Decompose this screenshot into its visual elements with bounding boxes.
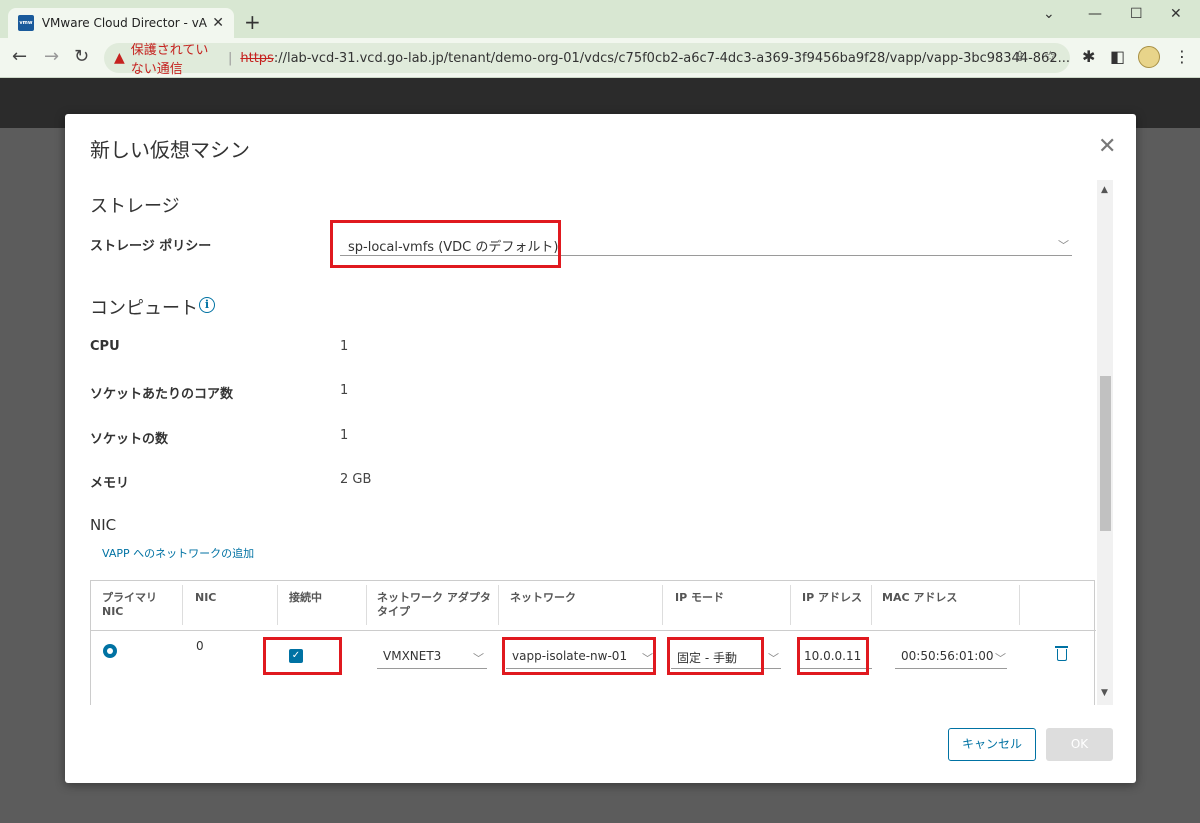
insecure-warning[interactable]: 保護されていない通信 xyxy=(131,39,220,77)
column-divider xyxy=(498,585,499,625)
column-divider xyxy=(790,585,791,625)
add-network-link[interactable]: VAPP へのネットワークの追加 xyxy=(102,545,254,561)
mac-address-value: 00:50:56:01:00 xyxy=(901,649,994,663)
highlight-ip-mode xyxy=(667,637,764,675)
highlight-storage-policy xyxy=(330,220,561,268)
browser-tab-bar: vmw VMware Cloud Director - vApp ✕ + ⌄ —… xyxy=(0,0,1200,38)
dialog-close-icon[interactable]: ✕ xyxy=(1098,136,1116,158)
primary-nic-radio[interactable] xyxy=(103,644,117,658)
storage-policy-label: ストレージ ポリシー xyxy=(90,239,212,254)
info-icon[interactable]: i xyxy=(199,297,215,313)
forward-icon[interactable]: → xyxy=(44,47,59,67)
nic-table: プライマリ NIC NIC 接続中 ネットワーク アダプタ タイプ ネットワーク… xyxy=(90,580,1096,705)
tab-search-chevron-icon[interactable]: ⌄ xyxy=(1043,6,1055,22)
scroll-up-arrow-icon[interactable]: ▲ xyxy=(1101,185,1108,195)
browser-toolbar: ← → ↻ ▲ 保護されていない通信 | https ://lab-vcd-31… xyxy=(0,38,1200,78)
column-divider xyxy=(871,585,872,625)
vmware-favicon-icon: vmw xyxy=(18,15,34,31)
col-ip-mode: IP モード xyxy=(675,591,724,604)
col-primary-nic-line2: NIC xyxy=(102,605,124,618)
adapter-type-select[interactable]: VMXNET3 ﹀ xyxy=(377,647,487,669)
compute-heading: コンピュート xyxy=(90,298,198,319)
tab-close-icon[interactable]: ✕ xyxy=(212,15,224,31)
column-divider xyxy=(182,585,183,625)
col-primary-nic: プライマリ NIC xyxy=(102,591,157,619)
col-primary-nic-line1: プライマリ xyxy=(102,591,157,604)
col-adapter-type: ネットワーク アダプタ タイプ xyxy=(377,591,491,619)
sockets-value: 1 xyxy=(340,428,349,443)
url-text: ://lab-vcd-31.vcd.go-lab.jp/tenant/demo-… xyxy=(273,50,1070,66)
col-mac-address: MAC アドレス xyxy=(882,591,958,604)
cores-per-socket-label: ソケットあたりのコア数 xyxy=(90,387,234,402)
window-close-icon[interactable]: ✕ xyxy=(1170,6,1182,22)
col-network: ネットワーク xyxy=(510,591,576,604)
mac-address-select[interactable]: 00:50:56:01:00 ﹀ xyxy=(895,647,1007,669)
url-scheme: https xyxy=(240,50,274,66)
col-adapter-type-line1: ネットワーク アダプタ xyxy=(377,591,491,604)
col-nic: NIC xyxy=(195,591,217,604)
share-icon[interactable]: ⇪ xyxy=(1014,49,1026,65)
side-panel-icon[interactable]: ◧ xyxy=(1110,47,1125,66)
new-vm-dialog: 新しい仮想マシン ✕ ストレージ ストレージ ポリシー sp-local-vmf… xyxy=(65,114,1136,783)
bookmark-star-icon[interactable]: ☆ xyxy=(1044,49,1057,65)
column-divider xyxy=(366,585,367,625)
reload-icon[interactable]: ↻ xyxy=(74,47,89,67)
memory-value: 2 GB xyxy=(340,472,372,487)
column-divider xyxy=(277,585,278,625)
sockets-label: ソケットの数 xyxy=(90,432,169,447)
dialog-title: 新しい仮想マシン xyxy=(90,138,250,162)
chevron-down-icon: ﹀ xyxy=(995,652,1006,665)
extensions-icon[interactable]: ✱ xyxy=(1082,47,1095,66)
storage-heading: ストレージ xyxy=(90,196,180,217)
minimize-icon[interactable]: — xyxy=(1088,6,1102,22)
dialog-scroll-area[interactable]: ストレージ ストレージ ポリシー sp-local-vmfs (VDC のデフォ… xyxy=(65,180,1115,705)
tab-title: VMware Cloud Director - vApp xyxy=(41,16,209,30)
chevron-down-icon: ﹀ xyxy=(768,652,779,665)
col-adapter-type-line2: タイプ xyxy=(377,605,410,618)
browser-tab[interactable]: vmw VMware Cloud Director - vApp ✕ xyxy=(8,8,234,38)
chevron-down-icon: ﹀ xyxy=(473,652,484,665)
back-icon[interactable]: ← xyxy=(12,47,27,67)
profile-avatar[interactable] xyxy=(1138,46,1160,68)
address-separator: | xyxy=(227,50,233,66)
column-divider xyxy=(662,585,663,625)
column-divider xyxy=(1019,585,1020,625)
memory-label: メモリ xyxy=(90,476,130,491)
chevron-down-icon: ﹀ xyxy=(1058,239,1069,252)
cpu-value: 1 xyxy=(340,339,349,354)
highlight-network xyxy=(502,637,656,675)
col-connected: 接続中 xyxy=(289,591,322,604)
nic-heading: NIC xyxy=(90,516,117,534)
scroll-down-arrow-icon[interactable]: ▼ xyxy=(1101,688,1108,698)
scrollbar-thumb[interactable] xyxy=(1100,376,1111,531)
warning-icon: ▲ xyxy=(114,50,125,66)
nic-table-header: プライマリ NIC NIC 接続中 ネットワーク アダプタ タイプ ネットワーク… xyxy=(91,581,1096,631)
cores-per-socket-value: 1 xyxy=(340,383,349,398)
ok-button[interactable]: OK xyxy=(1046,728,1113,761)
delete-nic-icon[interactable] xyxy=(1055,646,1068,661)
adapter-type-value: VMXNET3 xyxy=(383,649,442,663)
maximize-icon[interactable]: ☐ xyxy=(1130,6,1143,22)
highlight-ip-address xyxy=(797,637,869,675)
address-bar[interactable]: ▲ 保護されていない通信 | https ://lab-vcd-31.vcd.g… xyxy=(104,43,1070,77)
cancel-button[interactable]: キャンセル xyxy=(948,728,1036,761)
menu-icon[interactable]: ⋮ xyxy=(1174,47,1190,66)
nic-index: 0 xyxy=(196,639,204,653)
col-ip-address: IP アドレス xyxy=(802,591,862,604)
highlight-connected xyxy=(263,637,342,675)
dialog-scrollbar[interactable]: ▲ ▼ xyxy=(1097,180,1113,705)
new-tab-icon[interactable]: + xyxy=(244,12,261,32)
cpu-label: CPU xyxy=(90,339,120,354)
